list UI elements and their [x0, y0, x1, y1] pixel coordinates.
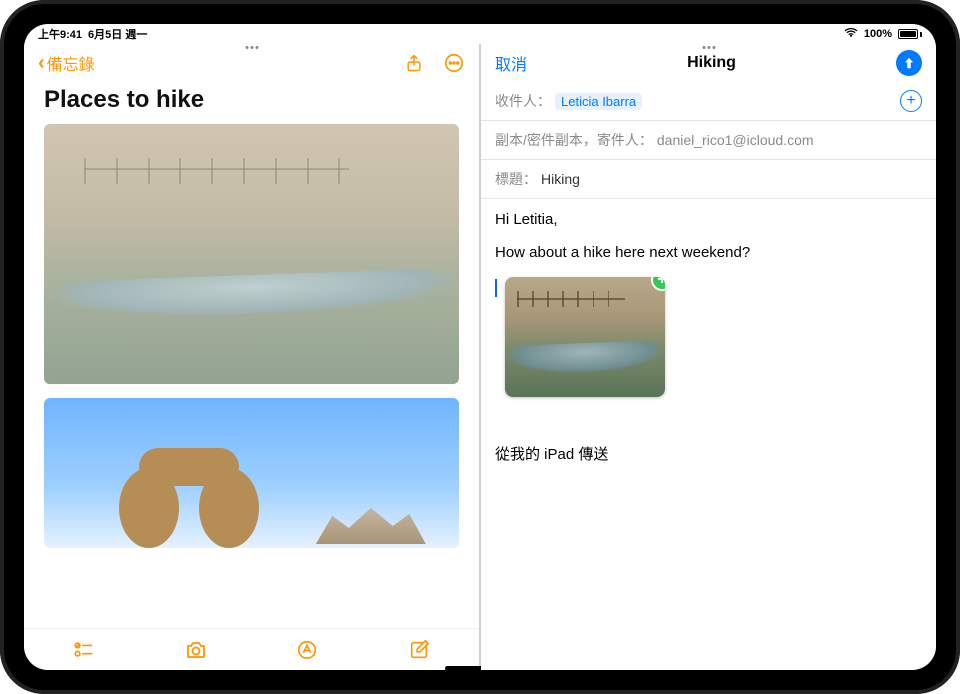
status-bar: 上午9:41 6月5日 週一 100%: [24, 24, 936, 44]
status-time: 上午9:41: [38, 26, 82, 42]
note-image-2[interactable]: [44, 398, 459, 548]
chevron-left-icon: ‹: [38, 53, 45, 73]
screen: 上午9:41 6月5日 週一 100% ‹ 備忘錄: [24, 24, 936, 670]
multitask-dots-icon[interactable]: [245, 46, 258, 49]
multitask-dots-icon[interactable]: [702, 46, 715, 49]
checklist-icon[interactable]: [71, 637, 97, 663]
subject-label: 標題：: [495, 169, 537, 189]
battery-pct: 100%: [864, 28, 892, 40]
note-image-1[interactable]: [44, 124, 459, 384]
compose-icon[interactable]: [406, 637, 432, 663]
text-cursor: [495, 279, 497, 297]
body-line-2: How about a hike here next weekend?: [495, 244, 922, 261]
subject-value: Hiking: [541, 171, 580, 187]
split-view: ‹ 備忘錄 Places to hike: [24, 44, 936, 670]
share-icon[interactable]: [403, 52, 425, 74]
cc-field[interactable]: 副本/密件副本，寄件人： daniel_rico1@icloud.com: [481, 121, 936, 160]
subject-field[interactable]: 標題： Hiking: [481, 160, 936, 199]
to-label: 收件人：: [495, 91, 551, 111]
add-contact-button[interactable]: +: [900, 90, 922, 112]
note-title: Places to hike: [24, 82, 479, 124]
cc-value: daniel_rico1@icloud.com: [657, 132, 814, 148]
send-button[interactable]: [896, 50, 922, 76]
back-button[interactable]: ‹ 備忘錄: [38, 51, 95, 75]
mail-title: Hiking: [687, 54, 736, 72]
attachment-image[interactable]: +: [505, 277, 665, 397]
to-field[interactable]: 收件人： Leticia Ibarra +: [481, 82, 936, 121]
markup-icon[interactable]: [294, 637, 320, 663]
note-body[interactable]: [24, 124, 479, 628]
cc-label: 副本/密件副本，寄件人：: [495, 130, 653, 150]
notes-app-pane: ‹ 備忘錄 Places to hike: [24, 44, 479, 670]
notes-nav-bar: ‹ 備忘錄: [24, 44, 479, 82]
cancel-button[interactable]: 取消: [495, 51, 527, 75]
notes-toolbar: [24, 628, 479, 670]
mail-body[interactable]: Hi Letitia, How about a hike here next w…: [481, 199, 936, 476]
wifi-icon: [844, 28, 858, 41]
mail-nav-bar: 取消 Hiking: [481, 44, 936, 82]
more-icon[interactable]: [443, 52, 465, 74]
status-date: 6月5日 週一: [88, 26, 147, 42]
camera-icon[interactable]: [183, 637, 209, 663]
signature: 從我的 iPad 傳送: [495, 443, 922, 464]
back-label: 備忘錄: [47, 51, 95, 75]
recipient-pill[interactable]: Leticia Ibarra: [555, 93, 642, 110]
battery-icon: [898, 29, 922, 39]
mail-compose-pane: 取消 Hiking 收件人： Leticia Ibarra + 副本/密件副本，…: [481, 44, 936, 670]
ipad-frame: 上午9:41 6月5日 週一 100% ‹ 備忘錄: [0, 0, 960, 694]
body-line-1: Hi Letitia,: [495, 211, 922, 228]
